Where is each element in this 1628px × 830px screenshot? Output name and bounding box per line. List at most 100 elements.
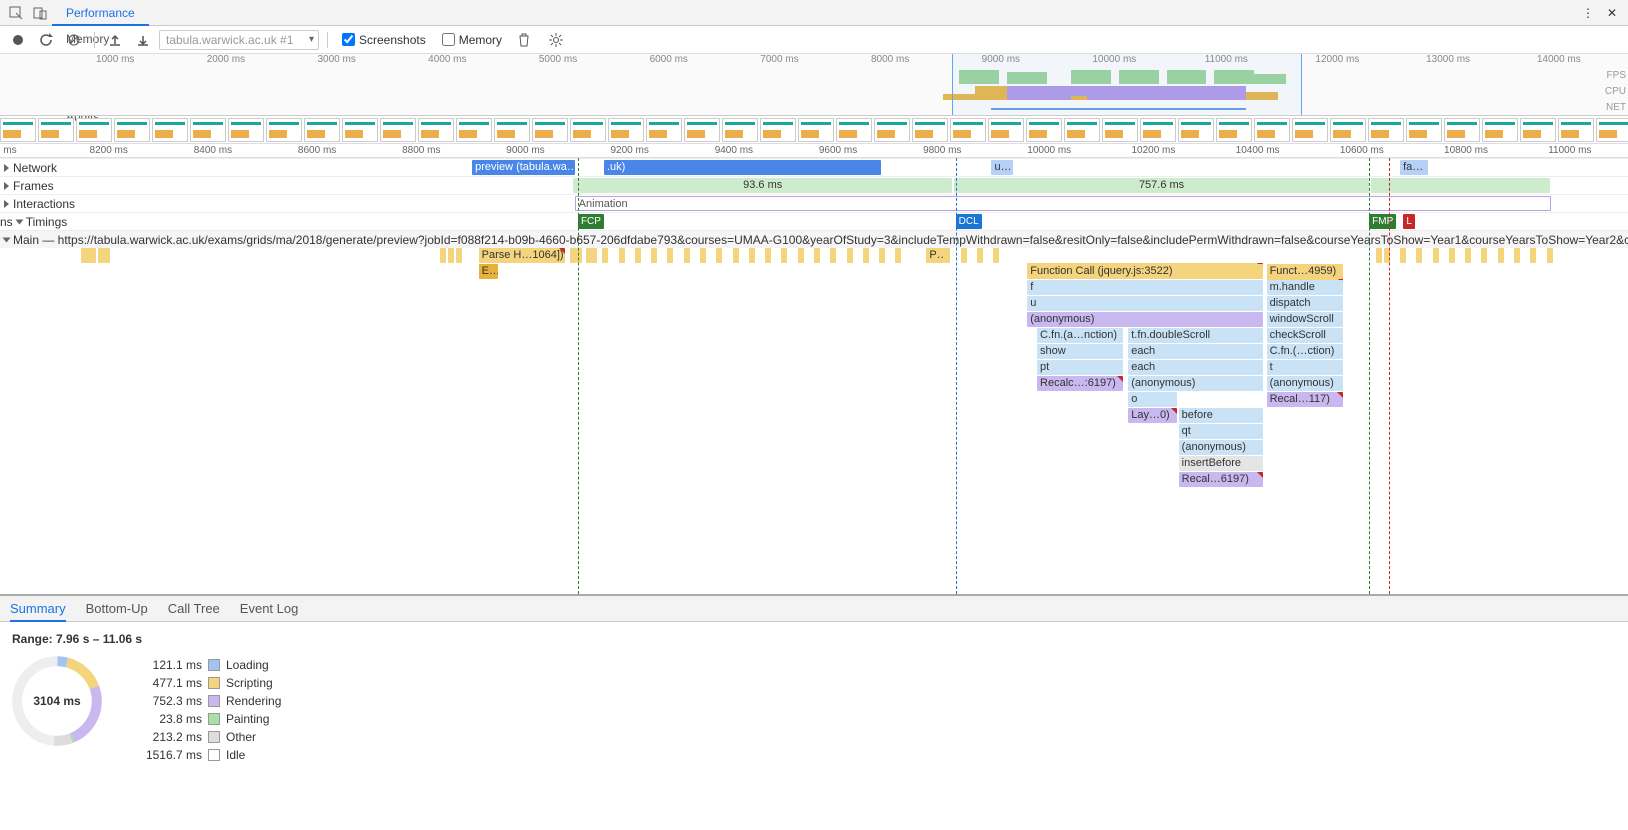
screenshot-thumb[interactable] [1064,118,1100,142]
screenshot-thumb[interactable] [570,118,606,142]
expand-icon[interactable] [4,164,9,172]
screenshot-thumb[interactable] [722,118,758,142]
frame-bar[interactable] [1371,178,1550,193]
frame-bar[interactable] [980,178,993,193]
btab-summary[interactable]: Summary [10,596,66,622]
flame-bar[interactable]: Recal…6197) [1179,472,1264,487]
overview-selection[interactable] [952,54,1302,115]
flame-bar[interactable]: show [1037,344,1123,359]
flame-bar[interactable]: (anonymous) [1128,376,1263,391]
screenshot-thumb[interactable] [1292,118,1328,142]
expand-icon[interactable] [4,182,9,190]
screenshot-thumb[interactable] [228,118,264,142]
memory-checkbox-input[interactable] [442,33,455,46]
flame-bar[interactable]: dispatch [1267,296,1344,311]
screenshot-thumb[interactable] [1330,118,1366,142]
network-bar[interactable]: preview (tabula.wa…) [472,160,575,175]
screenshot-thumb[interactable] [1102,118,1138,142]
flame-bar[interactable]: (anonymous) [1267,376,1344,391]
flame-chart[interactable]: Network preview (tabula.wa…).uk)u…fa… Fr… [0,158,1628,596]
flame-bar[interactable]: windowScroll [1267,312,1344,327]
flame-bar[interactable]: Lay…0) [1128,408,1177,423]
flame-bar[interactable]: each [1128,360,1263,375]
screenshot-thumb[interactable] [1444,118,1480,142]
timing-marker-l[interactable]: L [1403,214,1415,229]
flame-bar[interactable]: Recal…117) [1267,392,1344,407]
screenshot-thumb[interactable] [836,118,872,142]
screenshot-thumb[interactable] [304,118,340,142]
screenshot-thumb[interactable] [1140,118,1176,142]
main-track-header[interactable]: Main — https://tabula.warwick.ac.uk/exam… [0,230,1628,248]
flame-bar[interactable]: insertBefore [1179,456,1264,471]
screenshot-thumb[interactable] [152,118,188,142]
main-flame-chart[interactable]: Parse H…1064])P…Timer Fired (jquery.js:3… [0,248,1628,488]
flame-bar[interactable]: (anonymous) [1179,440,1264,455]
clear-icon[interactable] [62,28,86,52]
load-profile-icon[interactable] [103,28,127,52]
expand-icon[interactable] [4,200,9,208]
screenshot-thumb[interactable] [608,118,644,142]
screenshot-thumb[interactable] [1178,118,1214,142]
flame-bar[interactable]: before [1179,408,1264,423]
btab-call tree[interactable]: Call Tree [168,596,220,622]
save-profile-icon[interactable] [131,28,155,52]
screenshots-checkbox[interactable]: Screenshots [342,33,426,47]
timing-marker-fcp[interactable]: FCP [578,214,604,229]
screenshot-thumb[interactable] [190,118,226,142]
recording-selector[interactable]: tabula.warwick.ac.uk #1 [159,30,319,50]
btab-event log[interactable]: Event Log [240,596,299,622]
screenshot-thumb[interactable] [1254,118,1290,142]
flame-bar[interactable]: C.fn.(a…nction) [1037,328,1123,343]
screenshot-thumb[interactable] [380,118,416,142]
interactions-track[interactable]: Interactions Animation [0,194,1628,212]
flame-bar[interactable]: Recalc…:6197) [1037,376,1123,391]
screenshot-thumb[interactable] [1406,118,1442,142]
screenshot-thumb[interactable] [418,118,454,142]
record-icon[interactable] [6,28,30,52]
inspect-element-icon[interactable] [4,1,28,25]
screenshot-thumb[interactable] [266,118,302,142]
reload-icon[interactable] [34,28,58,52]
frames-track[interactable]: Frames 93.6 ms757.6 ms [0,176,1628,194]
tab-performance[interactable]: Performance [52,0,149,26]
screenshot-thumb[interactable] [38,118,74,142]
screenshot-thumb[interactable] [950,118,986,142]
flame-bar[interactable]: (anonymous) [1027,312,1263,327]
network-bar[interactable]: fa… [1400,160,1428,175]
screenshot-thumb[interactable] [1216,118,1252,142]
flame-bar[interactable]: qt [1179,424,1264,439]
screenshot-thumb[interactable] [798,118,834,142]
frame-bar[interactable]: 757.6 ms [954,178,1369,193]
garbage-collect-icon[interactable] [512,28,536,52]
timing-marker-fmp[interactable]: FMP [1369,214,1396,229]
screenshot-thumb[interactable] [76,118,112,142]
device-toolbar-icon[interactable] [28,1,52,25]
flame-bar[interactable]: checkScroll [1267,328,1344,343]
interaction-bar[interactable]: Animation [575,196,1552,211]
flame-bar[interactable]: Function Call (jquery.js:3522) [1027,264,1263,279]
network-bar[interactable]: u… [991,160,1012,175]
settings-gear-icon[interactable] [544,28,568,52]
screenshots-checkbox-input[interactable] [342,33,355,46]
screenshot-thumb[interactable] [494,118,530,142]
screenshot-thumb[interactable] [646,118,682,142]
frame-bar[interactable]: 93.6 ms [573,178,952,193]
screenshot-thumb[interactable] [874,118,910,142]
screenshot-thumb[interactable] [1026,118,1062,142]
overview-timeline[interactable]: 1000 ms2000 ms3000 ms4000 ms5000 ms6000 … [0,54,1628,116]
flame-bar[interactable]: m.handle [1267,280,1344,295]
flame-bar[interactable]: E… [479,264,499,279]
flame-bar[interactable]: f [1027,280,1263,295]
flame-bar[interactable]: t.fn.doubleScroll [1128,328,1263,343]
screenshot-thumb[interactable] [342,118,378,142]
screenshot-thumb[interactable] [684,118,720,142]
screenshot-thumb[interactable] [760,118,796,142]
screenshot-filmstrip[interactable] [0,116,1628,144]
screenshot-thumb[interactable] [1558,118,1594,142]
screenshot-thumb[interactable] [1520,118,1556,142]
flame-bar[interactable]: C.fn.(…ction) [1267,344,1344,359]
flame-bar[interactable]: o [1128,392,1177,407]
btab-bottom-up[interactable]: Bottom-Up [86,596,148,622]
timing-marker-dcl[interactable]: DCL [956,214,982,229]
screenshot-thumb[interactable] [0,118,36,142]
